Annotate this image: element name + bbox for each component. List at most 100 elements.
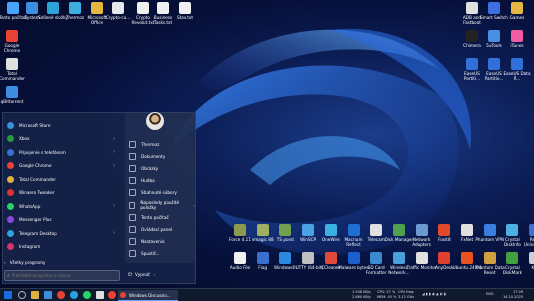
total-commander-icon bbox=[6, 58, 18, 70]
xbox-icon bbox=[7, 135, 14, 142]
desktop-icon[interactable]: iTunes bbox=[501, 30, 533, 48]
start-place-item[interactable]: Nastavenia bbox=[129, 236, 195, 248]
net-speed: 1.508 KB/s 2.660 KB/s bbox=[352, 290, 371, 299]
start-place-item[interactable]: Hudba bbox=[129, 175, 195, 187]
language-indicator[interactable]: ENG bbox=[486, 292, 494, 297]
start-place-item[interactable]: Tento počítač bbox=[129, 211, 195, 223]
computer-icon bbox=[129, 213, 136, 221]
desktop-icon[interactable]: Stav.txt bbox=[169, 2, 201, 20]
start-place-item[interactable]: Stiahnuté súbory bbox=[129, 187, 195, 199]
start-app-item[interactable]: Xbox › bbox=[7, 133, 119, 145]
desktop-icon[interactable]: EaseUS Data R... bbox=[501, 58, 533, 81]
start-app-label: WhatsApp bbox=[19, 203, 41, 209]
recycle-bin-icon bbox=[529, 252, 534, 264]
chrome-icon bbox=[120, 292, 126, 298]
fxnet-icon bbox=[461, 224, 473, 236]
shutdown-button[interactable]: ⏻ Vypnúť › bbox=[128, 270, 188, 279]
start-windows-icon[interactable] bbox=[4, 291, 12, 299]
start-place-item[interactable]: Spustiť... bbox=[129, 248, 195, 260]
desktop-icon-label: iTunes bbox=[510, 43, 524, 48]
start-app-label: Instagram bbox=[19, 244, 41, 249]
search-input[interactable] bbox=[9, 273, 112, 278]
start-app-item[interactable]: Telegram Desktop › bbox=[7, 227, 119, 239]
disk-manager-icon bbox=[392, 224, 405, 236]
desktop-icon[interactable]: qBittorrent bbox=[0, 86, 28, 104]
desktop-icon-label: Total Commander bbox=[0, 71, 25, 81]
phantom-vpn-icon bbox=[483, 224, 496, 236]
chevron-right-icon: › bbox=[113, 230, 115, 236]
anydesk-icon bbox=[438, 252, 451, 264]
start-app-item[interactable]: Instagram bbox=[7, 241, 119, 253]
start-app-label: Messenger Plus bbox=[19, 217, 52, 222]
recent-icon bbox=[129, 201, 136, 209]
force-icon bbox=[234, 224, 246, 236]
qbittorrent-icon bbox=[6, 86, 18, 98]
all-programs-button[interactable]: › Všetky programy bbox=[4, 257, 116, 267]
tray-icons[interactable]: ◢ ▮ ▮ ◉ ▲ ◐ ▮ bbox=[422, 292, 446, 297]
5utools-icon bbox=[488, 30, 500, 42]
telegram-icon[interactable] bbox=[70, 291, 78, 299]
easeus-partition-icon bbox=[466, 58, 478, 70]
chrome-icon[interactable] bbox=[108, 291, 116, 299]
start-place-label: Stiahnuté súbory bbox=[141, 190, 177, 196]
macrium-icon bbox=[347, 224, 360, 236]
taskbar-window-button[interactable]: Windows Discussio... bbox=[118, 290, 178, 301]
desktop-icon-label: Kôš bbox=[531, 265, 534, 270]
settings-icon bbox=[129, 238, 136, 246]
total-commander-icon[interactable] bbox=[96, 291, 104, 299]
mem-usage: MEM: 45 % bbox=[377, 294, 397, 299]
taskbar: Windows Discussio... 1.508 KB/s 2.660 KB… bbox=[0, 288, 534, 301]
ccleaner-icon bbox=[324, 252, 337, 264]
wireless-icon bbox=[392, 252, 405, 264]
clock[interactable]: 17:09 16.10.2025 bbox=[503, 290, 523, 299]
telecam-icon bbox=[370, 224, 383, 236]
downloads-icon bbox=[129, 189, 136, 197]
start-place-item[interactable]: Naposledy použité položky › bbox=[129, 199, 195, 211]
chrome-icon[interactable] bbox=[57, 291, 65, 299]
edge-icon[interactable] bbox=[44, 291, 52, 299]
desktop-icon[interactable]: Games bbox=[501, 2, 533, 20]
start-place-item[interactable]: Dokumenty bbox=[129, 150, 195, 162]
crystal-diskinfo-icon bbox=[506, 224, 519, 236]
start-app-item[interactable]: Microsoft Store bbox=[7, 119, 119, 131]
start-place-label: Naposledy použité položky bbox=[140, 200, 180, 210]
start-search-box[interactable]: ⌕ bbox=[4, 270, 120, 281]
start-app-item[interactable]: Pripojenie s telefónom › bbox=[7, 146, 119, 158]
search-icon[interactable] bbox=[18, 291, 26, 299]
chevron-right-icon: › bbox=[4, 259, 6, 265]
cpu-usage: CPU: 57 % bbox=[377, 290, 396, 294]
chevron-right-icon: › bbox=[113, 135, 115, 142]
start-app-item[interactable]: Winaero Tweaker bbox=[7, 187, 119, 199]
music-icon bbox=[129, 177, 136, 185]
chevron-right-icon: › bbox=[113, 149, 115, 155]
whatsapp-icon bbox=[7, 202, 14, 210]
chevron-right-icon: › bbox=[113, 162, 115, 169]
taskbar-window-label: Windows Discussio... bbox=[129, 292, 171, 298]
ts-point-icon bbox=[279, 224, 292, 236]
user-avatar[interactable] bbox=[146, 112, 164, 130]
desktop-icon[interactable]: Revo Uninstaller bbox=[519, 224, 534, 247]
cpu-freq-value: 3.12 GHz bbox=[398, 294, 415, 299]
start-app-item[interactable]: Total Commander bbox=[7, 173, 119, 185]
desktop-icon[interactable]: Total Commander bbox=[0, 58, 28, 81]
file-explorer-icon[interactable] bbox=[31, 291, 39, 299]
winscp-icon bbox=[302, 224, 315, 236]
desktop-icon[interactable]: Google Chrome bbox=[0, 30, 28, 53]
clock-date: 16.10.2025 bbox=[503, 294, 524, 299]
start-app-item[interactable]: Google Chrome › bbox=[7, 160, 119, 172]
start-place-item[interactable]: Obrázky bbox=[129, 162, 195, 174]
start-app-item[interactable]: WhatsApp › bbox=[7, 200, 119, 212]
whatsapp-icon[interactable] bbox=[83, 291, 91, 299]
start-app-item[interactable]: Messenger Plus bbox=[7, 214, 119, 226]
easeus-partition-icon bbox=[488, 58, 500, 70]
desktop-icon-label: Google Chrome bbox=[3, 43, 21, 53]
start-place-item[interactable]: Thermoz bbox=[129, 138, 195, 150]
start-app-label: Pripojenie s telefónom bbox=[19, 149, 66, 155]
desktop-icon-label: Revo Uninstaller bbox=[523, 237, 534, 247]
itunes-icon bbox=[511, 30, 523, 42]
start-place-label: Nastavenia bbox=[141, 239, 165, 245]
text-file-icon bbox=[157, 2, 169, 14]
chimera-icon bbox=[466, 30, 478, 42]
start-place-item[interactable]: Ovládací panel bbox=[129, 223, 195, 235]
desktop-icon[interactable]: Kôš bbox=[519, 252, 534, 270]
